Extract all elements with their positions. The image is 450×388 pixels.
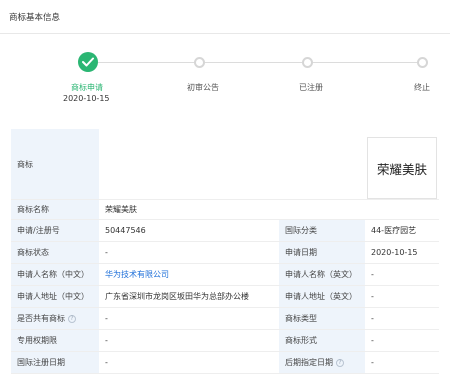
table-row: 专用权期限 - 商标形式 - <box>11 330 439 352</box>
tm-type-value: - <box>365 308 439 329</box>
step-dot-pending <box>417 57 428 68</box>
table-row: 商标状态 - 申请日期 2020-10-15 <box>11 242 439 264</box>
later-designation-value: - <box>365 352 439 373</box>
field-label: 商标名称 <box>11 200 99 219</box>
table-row: 申请人地址（中文） 广东省深圳市龙岗区坂田华为总部办公楼 申请人地址（英文） - <box>11 286 439 308</box>
table-row: 是否共有商标 ? - 商标类型 - <box>11 308 439 330</box>
field-label: 商标 <box>11 129 99 199</box>
table-row: 申请/注册号 50447546 国际分类 44-医疗园艺 <box>11 220 439 242</box>
apply-date-value: 2020-10-15 <box>365 242 439 263</box>
applicant-en-value: - <box>365 264 439 285</box>
step-date-applied: 2020-10-15 <box>63 94 110 103</box>
step-dot-pending <box>194 57 205 68</box>
section-title: 商标基本信息 <box>9 13 61 23</box>
trademark-image-cell: 荣耀美肤 <box>99 129 439 199</box>
field-label: 是否共有商标 <box>17 314 65 323</box>
shared-value: - <box>99 308 279 329</box>
intl-class-value: 44-医疗园艺 <box>365 220 439 241</box>
step-connector <box>98 62 194 63</box>
table-row: 国际注册日期 - 后期指定日期 ? - <box>11 352 439 374</box>
table-row: 商标名称 荣耀美肤 <box>11 200 439 220</box>
section-header: 商标基本信息 <box>0 0 450 34</box>
shared-label-cell: 是否共有商标 ? <box>11 308 99 329</box>
address-cn-value: 广东省深圳市龙岗区坂田华为总部办公楼 <box>99 286 279 307</box>
field-label: 国际注册日期 <box>11 352 99 373</box>
field-label: 申请人地址（中文） <box>11 286 99 307</box>
step-connector <box>205 62 302 63</box>
address-en-value: - <box>365 286 439 307</box>
step-label-applied: 商标申请 <box>71 83 103 92</box>
field-label: 商标类型 <box>279 308 365 329</box>
intl-reg-date-value: - <box>99 352 279 373</box>
step-dot-pending <box>302 57 313 68</box>
field-label: 申请日期 <box>279 242 365 263</box>
status-stepper: 商标申请 2020-10-15 初审公告 已注册 终止 <box>0 35 450 115</box>
step-label-terminated: 终止 <box>414 83 430 92</box>
table-row: 商标 荣耀美肤 <box>11 129 439 200</box>
help-icon[interactable]: ? <box>336 358 344 367</box>
step-connector <box>313 62 417 63</box>
field-label: 国际分类 <box>279 220 365 241</box>
field-label: 申请人名称（中文） <box>11 264 99 285</box>
field-label: 申请人名称（英文） <box>279 264 365 285</box>
exclusive-period-value: - <box>99 330 279 351</box>
field-label: 后期指定日期 <box>285 358 333 367</box>
field-label: 商标形式 <box>279 330 365 351</box>
reg-no-value: 50447546 <box>99 220 279 241</box>
check-icon <box>78 52 98 72</box>
applicant-cn-value-cell: 华为技术有限公司 <box>99 264 279 285</box>
applicant-cn-link[interactable]: 华为技术有限公司 <box>105 269 169 280</box>
status-value: - <box>99 242 279 263</box>
help-icon[interactable]: ? <box>68 314 76 323</box>
field-label: 商标状态 <box>11 242 99 263</box>
trademark-image-text: 荣耀美肤 <box>376 161 427 177</box>
later-designation-label-cell: 后期指定日期 ? <box>279 352 365 373</box>
trademark-name-value: 荣耀美肤 <box>99 200 439 219</box>
trademark-image: 荣耀美肤 <box>367 137 437 199</box>
field-label: 申请人地址（英文） <box>279 286 365 307</box>
step-label-registered: 已注册 <box>299 83 323 92</box>
step-label-published: 初审公告 <box>187 83 219 92</box>
table-row: 申请人名称（中文） 华为技术有限公司 申请人名称（英文） - <box>11 264 439 286</box>
field-label: 申请/注册号 <box>11 220 99 241</box>
tm-form-value: - <box>365 330 439 351</box>
field-label: 专用权期限 <box>11 330 99 351</box>
